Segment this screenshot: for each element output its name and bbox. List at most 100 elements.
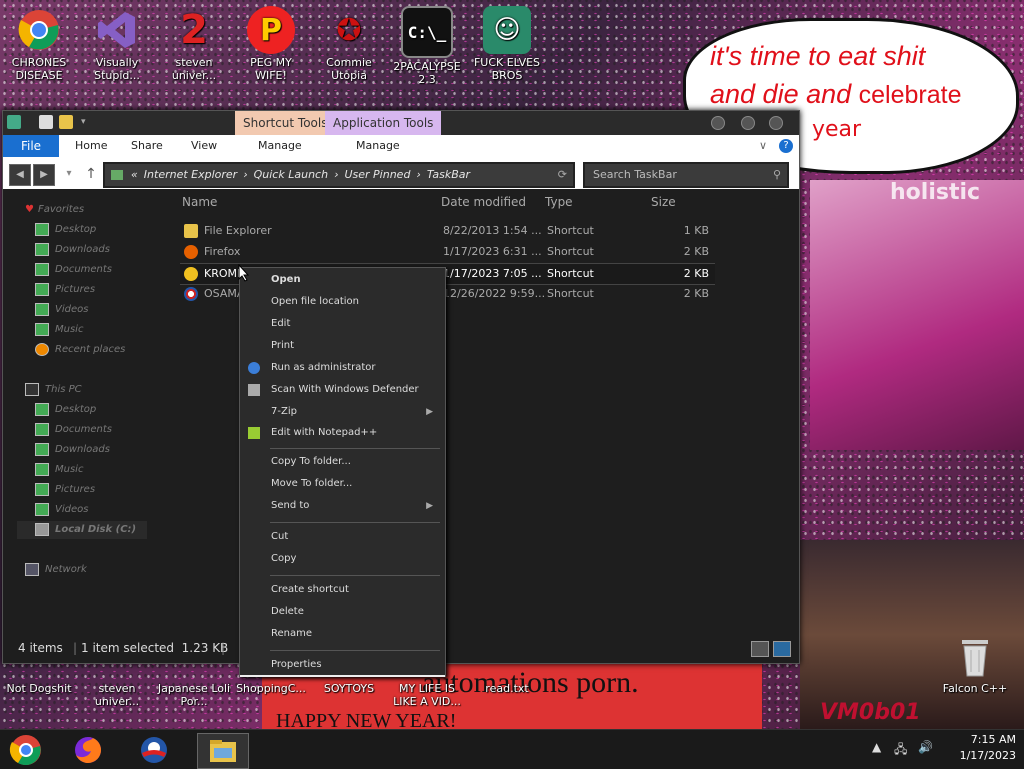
menu-item-open[interactable]: Open	[240, 270, 445, 290]
desktop-icon-peg[interactable]: P PEG MY WIFE!	[234, 6, 308, 82]
menu-item-rename[interactable]: Rename	[240, 624, 445, 644]
nav-fav-documents[interactable]: Documents	[35, 261, 112, 279]
minimize-button[interactable]	[711, 116, 725, 130]
nav-pc-music[interactable]: Music	[35, 461, 83, 479]
menu-item-properties[interactable]: Properties	[240, 655, 445, 677]
close-button[interactable]	[769, 116, 783, 130]
speech-line-1: it's time to eat shit	[710, 41, 926, 71]
details-view-icon[interactable]	[751, 641, 769, 657]
breadcrumb-user-pinned[interactable]: User Pinned	[344, 168, 410, 181]
recent-locations-icon[interactable]: ▾	[59, 164, 79, 184]
desktop-icon-falcon[interactable]: Falcon C++	[938, 632, 1012, 695]
tab-share[interactable]: Share	[131, 135, 163, 157]
address-path[interactable]: « Internet Explorer › Quick Launch › User Pin…	[103, 162, 575, 188]
file-row-firefox[interactable]: Firefox 1/17/2023 6:31 ... Shortcut 2 KB	[180, 242, 715, 262]
desktop-icon-my-life[interactable]: MY LIFE IS LIKE A VID...	[390, 682, 464, 708]
window-titlebar[interactable]: ▾ Shortcut Tools Application Tools	[3, 111, 799, 135]
clock[interactable]: 7:15 AM 1/17/2023	[960, 732, 1016, 764]
nav-fav-pictures[interactable]: Pictures	[35, 281, 95, 299]
refresh-icon[interactable]: ⟳	[558, 164, 567, 186]
forward-button[interactable]: ▶	[33, 164, 55, 186]
tab-application-tools[interactable]: Application Tools	[325, 111, 442, 135]
desktop-icon-commie-utopia[interactable]: ✪ Commie Utopia	[312, 6, 386, 82]
large-icons-view-icon[interactable]	[773, 641, 791, 657]
breadcrumb-internet-explorer[interactable]: Internet Explorer	[144, 168, 237, 181]
menu-item-copy[interactable]: Copy	[240, 549, 445, 569]
menu-item-delete[interactable]: Delete	[240, 602, 445, 622]
help-icon[interactable]: ?	[779, 139, 793, 153]
quick-access-dropdown-icon[interactable]: ▾	[81, 115, 95, 129]
desktop-icon-elves-bros[interactable]: ☺ FUCK ELVES BROS	[470, 6, 544, 82]
back-button[interactable]: ◀	[9, 164, 31, 186]
desktop-icon-visually-stupid[interactable]: Visually Stupid...	[80, 6, 154, 82]
menu-item-run-as-admin[interactable]: Run as administrator	[240, 358, 445, 378]
start-button[interactable]	[4, 733, 48, 767]
desktop-icon-2pacalypse[interactable]: C:\_ 2PACALYPSE 2.3	[390, 6, 464, 86]
menu-item-copy-to-folder[interactable]: Copy To folder...	[240, 452, 445, 472]
taskbar-file-explorer-button[interactable]	[197, 733, 249, 769]
menu-item-move-to-folder[interactable]: Move To folder...	[240, 474, 445, 494]
menu-item-print[interactable]: Print	[240, 336, 445, 356]
nav-network[interactable]: Network	[25, 561, 87, 579]
file-size: 2 KB	[683, 245, 709, 258]
menu-item-create-shortcut[interactable]: Create shortcut	[240, 580, 445, 600]
menu-item-7zip[interactable]: 7-Zip ▶	[240, 402, 445, 422]
desktop-icon-steven-universe[interactable]: 2 steven univer...	[157, 6, 231, 83]
breadcrumb-quick-launch[interactable]: Quick Launch	[254, 168, 328, 181]
nav-fav-downloads[interactable]: Downloads	[35, 241, 110, 259]
nav-local-disk[interactable]: Local Disk (C:)	[17, 521, 147, 539]
column-size[interactable]: Size	[651, 195, 676, 209]
nav-fav-videos[interactable]: Videos	[35, 301, 88, 319]
desktop-icon-not-dogshit[interactable]: Not Dogshit	[2, 682, 76, 695]
new-folder-icon[interactable]	[59, 115, 73, 129]
nav-fav-desktop[interactable]: Desktop	[35, 221, 96, 239]
tab-manage-shortcut[interactable]: Manage	[258, 135, 302, 157]
desktop-icon-soytoys[interactable]: SOYTOYS	[312, 682, 386, 695]
nav-pc-pictures[interactable]: Pictures	[35, 481, 95, 499]
menu-item-cut[interactable]: Cut	[240, 527, 445, 547]
tab-file[interactable]: File	[3, 135, 59, 157]
nav-pc-documents[interactable]: Documents	[35, 421, 112, 439]
breadcrumb-taskbar[interactable]: TaskBar	[427, 168, 470, 181]
search-box[interactable]: Search TaskBar ⚲	[583, 162, 789, 188]
desktop-icon-steven-universe-2[interactable]: steven univer...	[80, 682, 154, 708]
menu-item-send-to[interactable]: Send to ▶	[240, 496, 445, 516]
ribbon-expand-chevron-icon[interactable]: ∨	[759, 135, 767, 157]
menu-item-edit-notepadpp[interactable]: Edit with Notepad++	[240, 423, 445, 443]
tab-manage-application[interactable]: Manage	[356, 135, 400, 157]
desktop-icon-japanese[interactable]: Japanese Loli Por...	[157, 682, 231, 708]
nav-pc-downloads[interactable]: Downloads	[35, 441, 110, 459]
nav-pc-videos[interactable]: Videos	[35, 501, 88, 519]
properties-icon[interactable]	[39, 115, 53, 129]
menu-item-open-file-location[interactable]: Open file location	[240, 292, 445, 312]
nav-favorites[interactable]: ♥ Favorites	[25, 201, 84, 219]
desktop-icon-chrones-disease[interactable]: CHRONES DISEASE	[2, 6, 76, 82]
speech-line-2b: celebrate	[858, 81, 962, 109]
column-type[interactable]: Type	[545, 195, 573, 209]
show-hidden-icons-icon[interactable]: ▲	[872, 740, 881, 754]
folder-icon[interactable]	[7, 115, 21, 129]
nav-this-pc[interactable]: This PC	[25, 381, 82, 399]
search-icon[interactable]: ⚲	[773, 164, 781, 186]
column-date-modified[interactable]: Date modified	[441, 195, 526, 209]
nav-fav-recent[interactable]: Recent places	[35, 341, 125, 359]
tab-shortcut-tools[interactable]: Shortcut Tools	[235, 111, 336, 135]
taskbar-obama-button[interactable]	[132, 733, 176, 767]
nav-fav-music[interactable]: Music	[35, 321, 83, 339]
maximize-button[interactable]	[741, 116, 755, 130]
desktop-icon-label: PEG MY WIFE!	[250, 56, 292, 82]
volume-icon[interactable]: 🔊	[918, 740, 933, 754]
file-row-file-explorer[interactable]: File Explorer 8/22/2013 1:54 ... Shortcu…	[180, 221, 715, 241]
up-arrow-icon[interactable]: ↑	[81, 164, 101, 184]
column-name[interactable]: Name	[182, 195, 217, 209]
taskbar-firefox-button[interactable]	[66, 733, 110, 767]
navigation-pane: ♥ Favorites Desktop Downloads Documents P…	[3, 189, 175, 634]
desktop-icon-shopping[interactable]: ShoppingC...	[234, 682, 308, 695]
menu-item-scan-defender[interactable]: Scan With Windows Defender	[240, 380, 445, 400]
desktop-icon-read-txt[interactable]: read.txt	[470, 682, 544, 695]
menu-item-edit[interactable]: Edit	[240, 314, 445, 334]
tab-view[interactable]: View	[191, 135, 217, 157]
network-tray-icon[interactable]: 🖧	[894, 740, 907, 761]
tab-home[interactable]: Home	[75, 135, 107, 157]
nav-pc-desktop[interactable]: Desktop	[35, 401, 96, 419]
